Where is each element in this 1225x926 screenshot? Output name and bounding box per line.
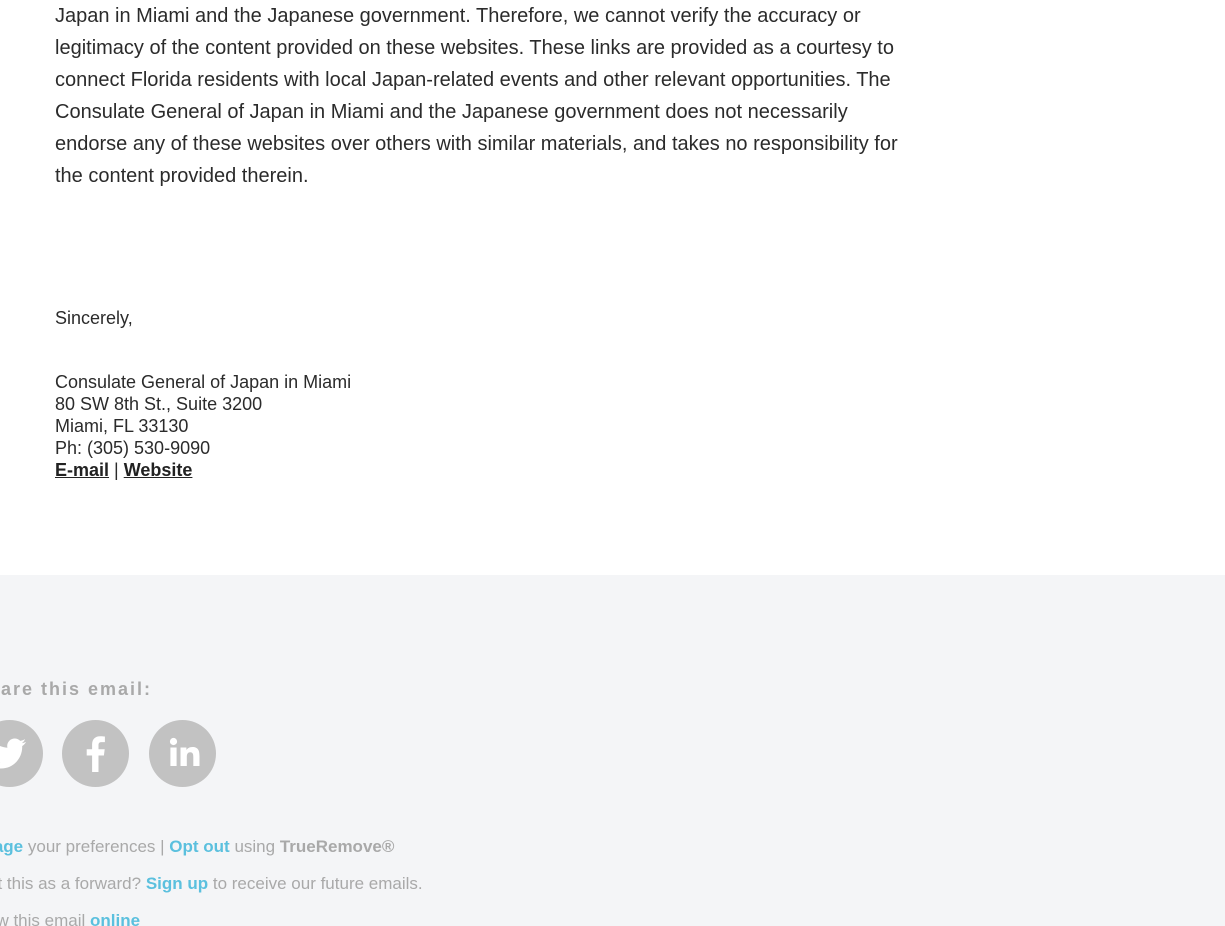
- facebook-icon: [86, 736, 105, 772]
- view-text: ew this email: [0, 911, 86, 926]
- view-online-line: ew this email online: [0, 911, 140, 926]
- twitter-share-button[interactable]: [0, 720, 43, 787]
- disclaimer-line: Consulate General of Japan in Miami and …: [55, 101, 848, 123]
- link-separator: |: [109, 460, 124, 480]
- signature-address-line1: 80 SW 8th St., Suite 3200: [55, 394, 263, 414]
- disclaimer-line: endorse any of these websites over other…: [55, 133, 898, 155]
- forward-text: ot this as a forward?: [0, 874, 146, 893]
- disclaimer-line: Japan in Miami and the Japanese governme…: [55, 5, 861, 27]
- opt-out-link[interactable]: Opt out: [169, 837, 229, 856]
- facebook-share-button[interactable]: [62, 720, 129, 787]
- signature-org: Consulate General of Japan in Miami: [55, 372, 352, 392]
- closing-salutation: Sincerely,: [55, 308, 133, 328]
- linkedin-icon: [169, 737, 200, 766]
- website-link[interactable]: Website: [124, 460, 193, 480]
- signature-links: E-mail | Website: [55, 459, 351, 481]
- disclaimer-line: connect Florida residents with local Jap…: [55, 69, 891, 91]
- trueremove-label: TrueRemove®: [279, 837, 395, 856]
- twitter-icon: [0, 738, 26, 769]
- email-link[interactable]: E-mail: [55, 460, 109, 480]
- preferences-text: your preferences |: [23, 837, 170, 856]
- disclaimer-line: the content provided therein.: [55, 165, 309, 187]
- signature-phone: Ph: (305) 530-9090: [55, 438, 211, 458]
- share-title: hare this email:: [0, 679, 153, 699]
- forward-line: ot this as a forward? Sign up to receive…: [0, 874, 423, 894]
- disclaimer-text: Japan in Miami and the Japanese governme…: [55, 0, 1185, 192]
- view-online-link[interactable]: online: [90, 911, 140, 926]
- receive-text: to receive our future emails.: [208, 874, 423, 893]
- using-text: using: [229, 837, 280, 856]
- email-footer: hare this email: anage your preferences …: [0, 575, 1225, 926]
- disclaimer-line: legitimacy of the content provided on th…: [55, 37, 894, 59]
- sign-up-link[interactable]: Sign up: [146, 874, 208, 893]
- signature-address-line2: Miami, FL 33130: [55, 416, 189, 436]
- linkedin-share-button[interactable]: [149, 720, 216, 787]
- manage-preferences-link[interactable]: anage: [0, 837, 23, 856]
- signature-block: Consulate General of Japan in Miami 80 S…: [55, 371, 351, 481]
- email-body: Japan in Miami and the Japanese governme…: [55, 0, 1185, 192]
- preferences-line: anage your preferences | Opt out using T…: [0, 837, 394, 857]
